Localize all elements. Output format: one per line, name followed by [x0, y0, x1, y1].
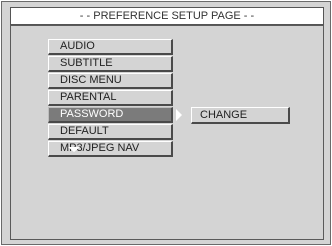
menu-item-parental[interactable]: PARENTAL: [48, 90, 173, 106]
right-arrow-icon: [176, 109, 182, 121]
page-title: - - PREFERENCE SETUP PAGE - -: [10, 7, 324, 25]
preference-menu: AUDIO SUBTITLE DISC MENU PARENTAL PASSWO…: [48, 39, 173, 158]
menu-item-disc-menu[interactable]: DISC MENU: [48, 73, 173, 89]
down-arrow-icon[interactable]: [68, 147, 80, 152]
menu-item-mp3-jpeg-nav[interactable]: MP3/JPEG NAV: [48, 141, 173, 157]
menu-item-subtitle[interactable]: SUBTITLE: [48, 56, 173, 72]
submenu-item-change[interactable]: CHANGE: [191, 107, 290, 124]
menu-item-password[interactable]: PASSWORD: [48, 107, 173, 123]
setup-panel: AUDIO SUBTITLE DISC MENU PARENTAL PASSWO…: [10, 25, 324, 240]
menu-item-audio[interactable]: AUDIO: [48, 39, 173, 55]
menu-item-default[interactable]: DEFAULT: [48, 124, 173, 140]
setup-screen: - - PREFERENCE SETUP PAGE - - AUDIO SUBT…: [1, 1, 331, 245]
